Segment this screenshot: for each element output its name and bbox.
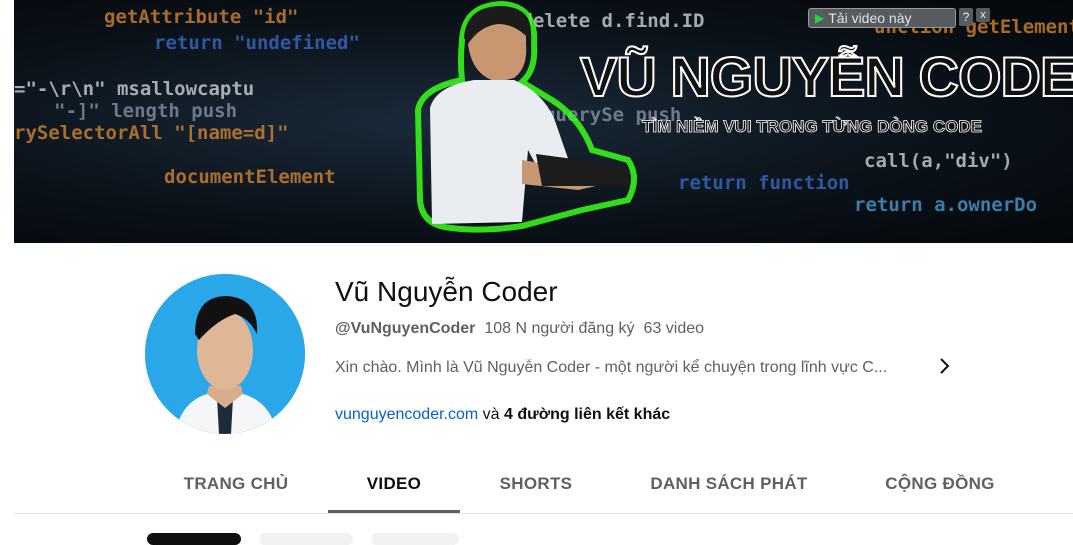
filter-chip[interactable] xyxy=(259,533,353,545)
banner-code-line: documentElement xyxy=(164,166,336,188)
channel-description[interactable]: Xin chào. Mình là Vũ Nguyễn Coder - một … xyxy=(335,359,925,377)
banner-code-line: return function xyxy=(678,172,850,194)
tab-playlists[interactable]: DANH SÁCH PHÁT xyxy=(632,455,826,513)
filter-chip[interactable] xyxy=(371,533,459,545)
close-icon[interactable]: x xyxy=(976,8,990,22)
banner-code-line: return a.ownerDo xyxy=(854,194,1038,216)
channel-banner: getAttribute "id" return "undefined" ="-… xyxy=(14,0,1073,243)
channel-name: Vũ Nguyễn Coder xyxy=(335,276,558,307)
filter-chip[interactable] xyxy=(147,533,241,545)
tab-shorts[interactable]: SHORTS xyxy=(482,455,590,513)
banner-code-line: return "undefined" xyxy=(154,32,360,54)
channel-links: vunguyencoder.com và 4 đường liên kết kh… xyxy=(335,406,670,424)
banner-code-line: ="-\r\n" msallowcaptu xyxy=(14,78,255,100)
banner-code-line: getAttribute "id" xyxy=(104,6,299,28)
banner-slogan: TÌM NIỀM VUI TRONG TỪNG DÒNG CODE xyxy=(642,117,983,137)
tabs-divider xyxy=(14,513,1073,514)
tab-home[interactable]: TRANG CHỦ xyxy=(166,455,306,513)
coder-illustration xyxy=(414,0,637,233)
links-connector: và xyxy=(482,406,500,423)
avatar-photo xyxy=(145,274,305,434)
channel-tabs: TRANG CHỦ VIDEO SHORTS DANH SÁCH PHÁT CỘ… xyxy=(0,455,1073,513)
tab-videos[interactable]: VIDEO xyxy=(328,455,460,513)
play-icon: ▶ xyxy=(815,11,825,25)
banner-code-line: rySelectorAll "[name=d]" xyxy=(14,122,289,144)
help-button[interactable]: ? xyxy=(959,8,973,26)
channel-handle: @VuNguyenCoder xyxy=(335,320,476,337)
chevron-right-icon[interactable] xyxy=(934,357,956,381)
more-links-button[interactable]: 4 đường liên kết khác xyxy=(504,406,670,423)
channel-website-link[interactable]: vunguyencoder.com xyxy=(335,406,478,423)
channel-avatar[interactable] xyxy=(145,274,305,434)
banner-brand-title: VŨ NGUYỄN CODER xyxy=(579,44,1073,109)
channel-meta: @VuNguyenCoder 108 N người đăng ký 63 vi… xyxy=(335,320,704,338)
download-video-label: Tải video này xyxy=(828,10,912,26)
tab-community[interactable]: CỘNG ĐỒNG xyxy=(868,455,1012,513)
banner-code-line: call(a,"div") xyxy=(864,150,1013,172)
subscriber-count: 108 N người đăng ký xyxy=(484,320,635,337)
download-video-button[interactable]: ▶ Tải video này xyxy=(808,8,956,28)
banner-code-line: "-]" length push xyxy=(54,100,238,122)
video-count: 63 video xyxy=(643,320,705,337)
